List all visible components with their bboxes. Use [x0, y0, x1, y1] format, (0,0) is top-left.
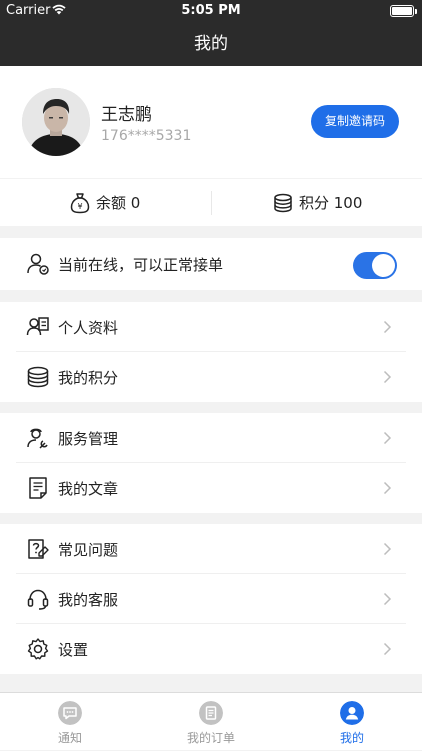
balance-label: 余额 0: [96, 194, 141, 212]
toggle-knob: [372, 254, 395, 277]
money-bag-icon: ¥: [70, 192, 90, 213]
menu-label-service-management: 服务管理: [58, 430, 119, 448]
id-card-icon: [26, 317, 49, 336]
menu-item-customer-service[interactable]: 我的客服: [0, 574, 422, 624]
gear-icon: [27, 638, 49, 660]
menu-item-my-points[interactable]: 我的积分: [0, 352, 422, 402]
nav-bar: 我的: [0, 22, 422, 66]
balance-bar: ¥ 余额 0 积分 100: [0, 179, 422, 226]
points-label: 积分 100: [299, 194, 363, 212]
balance-divider: [211, 191, 212, 215]
support-menu-group: 常见问题 我的客服 设置: [0, 524, 422, 674]
tab-label: 我的订单: [186, 731, 235, 745]
tab-bar: 通知 我的订单 我的: [0, 692, 422, 750]
profile-menu-group: 个人资料 我的积分: [0, 302, 422, 402]
coins-stack-icon: [27, 366, 49, 388]
battery-icon: [390, 5, 414, 17]
chevron-right-icon: [383, 592, 392, 606]
online-status-row: 当前在线，可以正常接单: [0, 238, 422, 290]
tab-my-orders[interactable]: 我的订单: [141, 693, 281, 751]
tab-notifications[interactable]: 通知: [0, 693, 140, 751]
chevron-right-icon: [383, 370, 392, 384]
chevron-right-icon: [383, 642, 392, 656]
work-menu-group: 服务管理 我的文章: [0, 413, 422, 513]
online-status-section: 当前在线，可以正常接单: [0, 238, 422, 290]
chevron-right-icon: [383, 481, 392, 495]
menu-label-settings: 设置: [58, 641, 89, 659]
tab-label: 我的: [339, 731, 364, 745]
coins-icon: [274, 193, 292, 212]
tab-label: 通知: [57, 731, 82, 745]
avatar[interactable]: [22, 88, 90, 156]
svg-text:¥: ¥: [77, 202, 82, 211]
menu-item-personal-info[interactable]: 个人资料: [0, 302, 422, 352]
chevron-right-icon: [383, 320, 392, 334]
chevron-right-icon: [383, 431, 392, 445]
menu-item-faq[interactable]: 常见问题: [0, 524, 422, 574]
page-title: 我的: [194, 34, 228, 54]
menu-label-faq: 常见问题: [58, 541, 119, 559]
chevron-right-icon: [383, 542, 392, 556]
menu-label-my-points: 我的积分: [58, 369, 119, 387]
user-phone: 176****5331: [101, 128, 192, 144]
menu-item-service-management[interactable]: 服务管理: [0, 413, 422, 463]
online-toggle[interactable]: [353, 252, 397, 279]
avatar-image: [22, 88, 90, 156]
menu-item-settings[interactable]: 设置: [0, 624, 422, 674]
menu-item-my-articles[interactable]: 我的文章: [0, 463, 422, 513]
profile-card[interactable]: 王志鹏 176****5331 复制邀请码: [0, 66, 422, 178]
balance-item[interactable]: ¥ 余额 0: [70, 179, 140, 226]
tab-mine[interactable]: 我的: [282, 693, 422, 751]
points-item[interactable]: 积分 100: [273, 179, 362, 226]
status-bar: Carrier 5:05 PM: [0, 0, 422, 22]
document-icon: [29, 477, 47, 499]
user-icon: [340, 701, 364, 725]
battery-tip: [415, 9, 417, 14]
order-list-icon: [199, 701, 223, 725]
message-icon: [58, 701, 82, 725]
copy-invite-code-button[interactable]: 复制邀请码: [311, 105, 399, 138]
menu-label-personal-info: 个人资料: [58, 319, 119, 337]
service-worker-icon: [27, 428, 48, 449]
status-time: 5:05 PM: [181, 3, 241, 18]
menu-label-customer-service: 我的客服: [58, 591, 119, 609]
online-status-label: 当前在线，可以正常接单: [58, 256, 224, 274]
headset-icon: [27, 589, 49, 610]
user-online-icon: [27, 253, 49, 275]
user-name: 王志鹏: [101, 105, 152, 125]
menu-label-my-articles: 我的文章: [58, 480, 119, 498]
question-doc-icon: [28, 539, 49, 559]
